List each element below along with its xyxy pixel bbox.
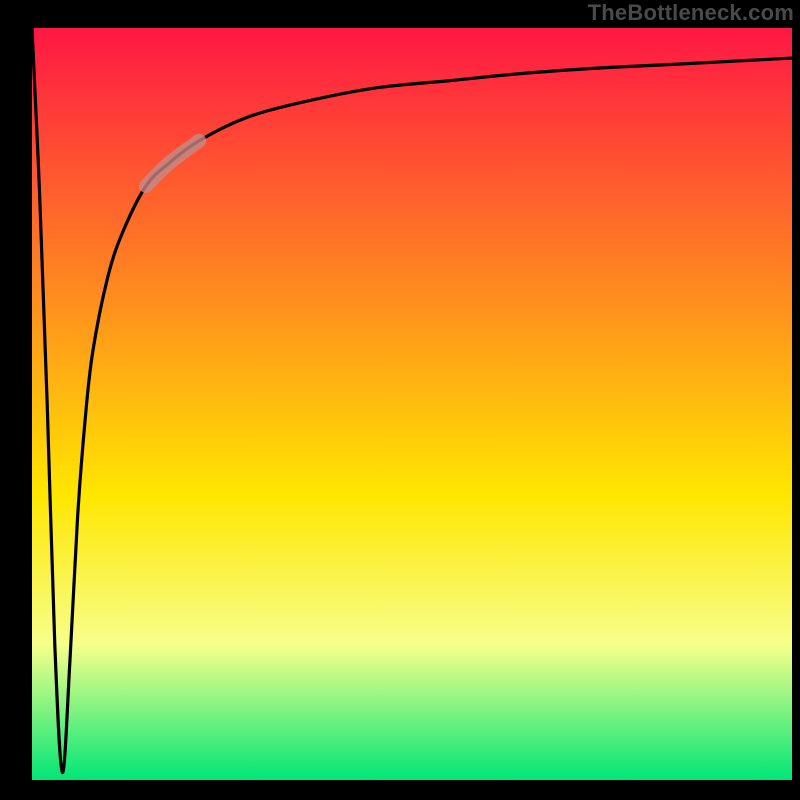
bottleneck-chart [0,0,800,800]
plot-background [32,28,792,780]
watermark-text: TheBottleneck.com [588,0,794,26]
chart-container: TheBottleneck.com [0,0,800,800]
